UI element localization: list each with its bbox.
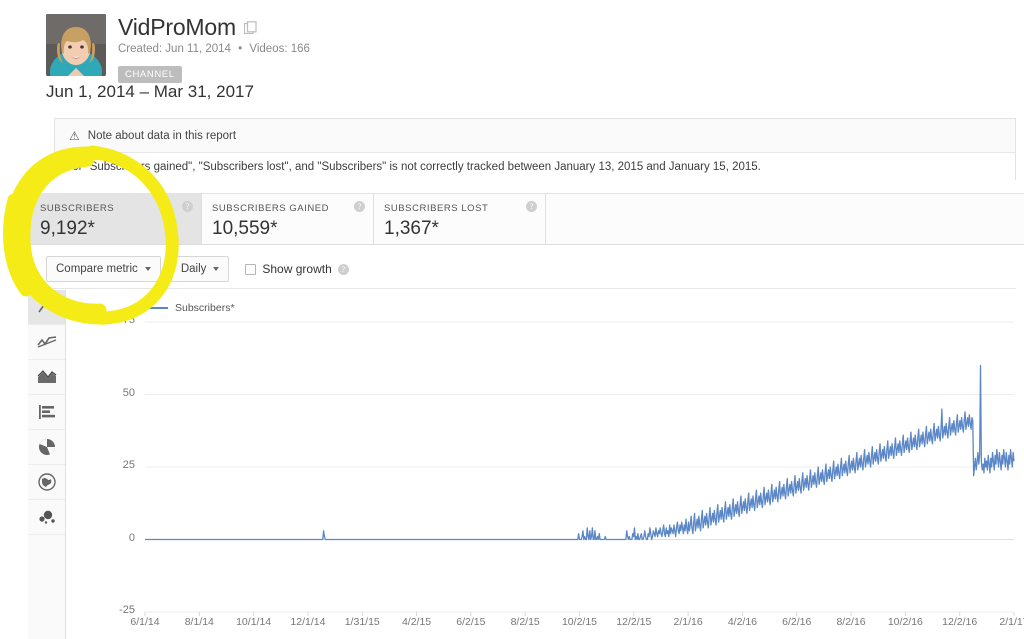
x-axis-tick-label: 10/2/16 [887,616,923,628]
videos-label: Videos: 166 [249,43,310,55]
channel-header: VidProMom Created: Jun 11, 2014 • Videos… [46,10,1016,90]
rail-item-pie-chart[interactable] [28,430,65,465]
x-axis-tick-label: 8/2/15 [510,616,540,628]
metric-label: SUBSCRIBERS GAINED [212,203,330,214]
page-title: VidProMom [118,14,236,40]
chevron-down-icon [213,267,220,271]
help-icon[interactable]: ? [354,201,365,212]
bubble-chart-icon [38,510,55,524]
x-axis-tick-label: 6/2/16 [782,616,812,628]
metric-label: SUBSCRIBERS LOST [384,203,489,214]
x-axis-tick-label: 8/2/16 [836,616,866,628]
created-label: Created: Jun 11, 2014 [118,43,231,55]
rail-item-bar-chart[interactable] [28,395,65,430]
help-icon[interactable]: ? [182,201,193,212]
rail-item-area-chart[interactable] [28,360,65,395]
help-icon[interactable]: ? [337,263,349,275]
compare-metric-label: Compare metric [56,263,138,275]
y-axis-tick-label: 75 [122,314,135,326]
x-axis-tick-label: 6/2/15 [456,616,486,628]
show-growth-label: Show growth [262,262,332,276]
bar-chart-icon [38,405,55,419]
y-axis-tick-label: 0 [128,531,135,544]
y-axis-tick-label: 50 [122,386,135,399]
x-axis-tick-label: 12/2/15 [616,616,652,628]
compare-metric-dropdown[interactable]: Compare metric [46,256,161,282]
note-box: ⚠ Note about data in this report for "Su… [54,118,1016,180]
help-icon[interactable]: ? [526,201,537,212]
metric-value: 10,559* [212,218,278,239]
y-axis-tick-label: 25 [122,459,135,471]
pie-chart-icon [38,439,55,455]
series-line [145,364,1015,541]
status-badge: CHANNEL [118,66,182,83]
avatar [46,14,106,76]
channel-meta: Created: Jun 11, 2014 • Videos: 166 [118,43,310,55]
metric-card-empty[interactable] [546,194,1024,244]
channel-title-row: VidProMom [118,14,258,41]
warning-icon: ⚠ [69,128,80,143]
chart-type-rail [28,290,66,639]
metric-label: SUBSCRIBERS [40,203,115,214]
toolbar-divider [46,288,1016,289]
x-axis-tick-label: 4/2/16 [727,616,758,628]
x-axis-tick-label: 2/1/16 [673,616,703,628]
x-axis-tick-label: 10/1/14 [236,616,272,628]
chart-panel: Subscribers* 75 50 25 0 -25 6/1/14 8/1/14 10/1… [70,292,1024,639]
globe-icon [37,473,56,491]
metric-card-subscribers[interactable]: SUBSCRIBERS 9,192* ? [30,194,202,244]
x-axis-tick-label: 10/2/15 [561,616,598,628]
x-axis-tick-label: 12/1/14 [290,616,326,628]
interval-dropdown[interactable]: Daily [170,256,230,282]
rail-item-line-chart[interactable] [28,290,65,325]
line-chart-icon [37,300,56,313]
x-axis-tick-label: 6/1/14 [130,616,160,628]
show-growth-checkbox[interactable]: Show growth ? [245,262,349,276]
note-title: Note about data in this report [87,129,237,142]
trend-line-icon [36,336,56,348]
note-header[interactable]: ⚠ Note about data in this report [55,119,1015,153]
date-range: Jun 1, 2014 – Mar 31, 2017 [46,82,254,101]
metric-value: 9,192* [40,218,95,239]
metric-cards: SUBSCRIBERS 9,192* ? SUBSCRIBERS GAINED … [30,193,1024,245]
x-axis-tick-label: 12/2/16 [942,616,978,628]
rail-item-geography[interactable] [28,465,65,500]
x-axis-tick-label: 8/1/14 [184,616,214,628]
metric-value: 1,367* [384,218,439,239]
meta-separator: • [238,43,243,55]
x-axis-tick-label: 2/1/17 [999,616,1024,628]
rail-item-bubble-chart[interactable] [28,500,65,535]
metric-card-subscribers-gained[interactable]: SUBSCRIBERS GAINED 10,559* ? [202,194,374,244]
rail-item-trend-line[interactable] [28,325,65,360]
chart-toolbar: Compare metric Daily Show growth ? [46,254,349,284]
x-axis-tick-label: 1/31/15 [344,616,380,628]
interval-label: Daily [180,263,207,275]
checkbox-box[interactable] [245,263,257,275]
chevron-down-icon [144,267,151,271]
metric-card-subscribers-lost[interactable]: SUBSCRIBERS LOST 1,367* ? [374,194,546,244]
subscribers-line-chart[interactable] [70,292,1024,639]
copy-icon[interactable] [243,20,258,35]
area-chart-icon [37,370,56,383]
x-axis-tick-label: 4/2/15 [401,616,432,628]
note-body: for "Subscribers gained", "Subscribers l… [55,153,1015,180]
y-axis-tick-label: -25 [119,604,135,616]
